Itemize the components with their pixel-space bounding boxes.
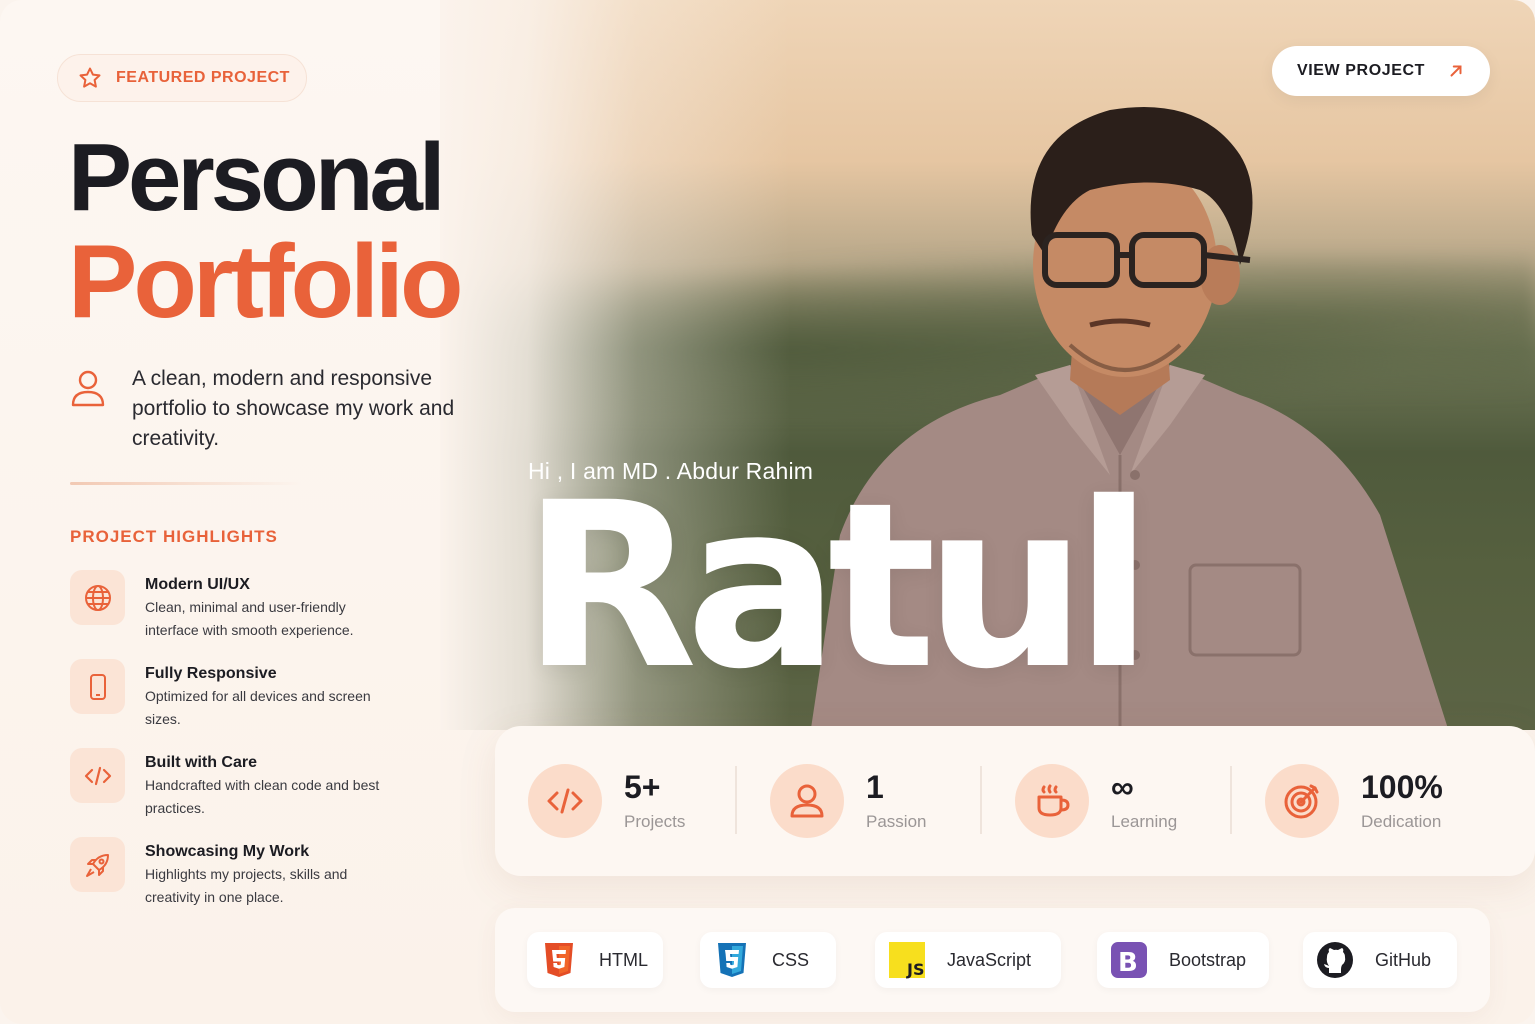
svg-text:JS: JS [906,960,924,979]
tech-chip-javascript[interactable]: JS JavaScript [875,932,1061,988]
stat-projects: 5+ Projects [528,764,685,838]
stat-label: Passion [866,811,927,831]
highlights-list: Modern UI/UX Clean, minimal and user-fri… [70,570,385,926]
view-project-label: VIEW PROJECT [1296,62,1426,79]
tech-label: HTML [599,949,648,970]
target-icon [1284,784,1319,819]
tech-stack-bar: HTML CSS JS JavaScript B Bootstrap GitHu… [495,908,1490,1012]
stat-dedication: 100% Dedication [1265,764,1443,838]
highlights-title: PROJECT HIGHLIGHTS [70,527,278,546]
intro: A clean, modern and responsive portfolio… [70,364,462,454]
tech-label: CSS [772,949,810,970]
page-title-line2: Portfolio [68,224,463,340]
stat-value: ∞ [1111,769,1134,806]
highlight-desc: Optimized for all devices and screen siz… [145,688,371,727]
highlight-title: Built with Care [145,754,258,771]
stats-card: 5+ Projects 1 Passion ∞ Learning 100% De… [495,726,1535,876]
github-icon [1317,942,1353,978]
arrow-up-right-icon [1450,65,1462,77]
tech-label: JavaScript [947,949,1032,970]
highlight-desc: Handcrafted with clean code and best pra… [145,777,380,816]
stat-separator [1230,766,1232,834]
highlight-icon-box [70,748,125,803]
hero-name: Ratul [522,453,1153,719]
highlight-item: Fully Responsive Optimized for all devic… [70,659,385,748]
svg-text:B: B [1118,948,1138,978]
tech-label: GitHub [1375,949,1432,970]
mobile-icon [89,673,106,700]
stat-value: 100% [1361,769,1443,806]
highlight-item: Built with Care Handcrafted with clean c… [70,748,385,837]
code-icon [84,766,111,785]
star-icon [79,67,101,88]
stat-value: 5+ [624,769,661,806]
css3-icon [718,943,746,977]
featured-badge: FEATURED PROJECT [57,54,307,102]
tech-chip-bootstrap[interactable]: B Bootstrap [1097,932,1269,988]
stat-icon-circle [1265,764,1339,838]
user-icon [790,784,824,818]
tech-label: Bootstrap [1169,949,1247,970]
highlight-item: Showcasing My Work Highlights my project… [70,837,385,926]
html5-icon [545,943,573,977]
highlight-title: Modern UI/UX [145,576,250,593]
bootstrap-icon: B [1111,942,1147,978]
stat-icon-circle [528,764,602,838]
intro-text: A clean, modern and responsive portfolio… [132,367,455,450]
stat-label: Projects [624,811,686,831]
highlight-icon-box [70,837,125,892]
highlight-item: Modern UI/UX Clean, minimal and user-fri… [70,570,385,659]
tech-chip-html[interactable]: HTML [527,932,663,988]
portfolio-card: VIEW PROJECT Hi , I am MD . Abdur Rahim … [0,0,1535,1024]
stat-passion: 1 Passion [770,764,926,838]
stat-separator [735,766,737,834]
highlight-desc: Clean, minimal and user-friendly interfa… [145,599,354,638]
stat-label: Learning [1111,811,1178,831]
highlight-title: Showcasing My Work [145,843,310,860]
tech-chip-github[interactable]: GitHub [1303,932,1457,988]
javascript-icon: JS [889,942,925,979]
stat-icon-circle [1015,764,1089,838]
code-icon [547,788,583,814]
view-project-button[interactable]: VIEW PROJECT [1272,46,1490,96]
stat-learning: ∞ Learning [1015,764,1177,838]
stat-separator [980,766,982,834]
stat-label: Dedication [1361,811,1442,831]
rocket-icon [85,853,109,877]
page-title-line1: Personal [68,124,446,231]
highlight-icon-box [70,570,125,625]
highlight-title: Fully Responsive [145,665,277,682]
divider [70,482,302,485]
featured-badge-label: FEATURED PROJECT [116,69,290,86]
stat-icon-circle [770,764,844,838]
highlight-desc: Highlights my projects, skills and creat… [145,866,348,905]
tech-chip-css[interactable]: CSS [700,932,836,988]
stat-value: 1 [866,769,884,806]
highlight-icon-box [70,659,125,714]
coffee-icon [1037,784,1070,817]
user-icon [71,370,105,407]
globe-icon [84,584,111,611]
